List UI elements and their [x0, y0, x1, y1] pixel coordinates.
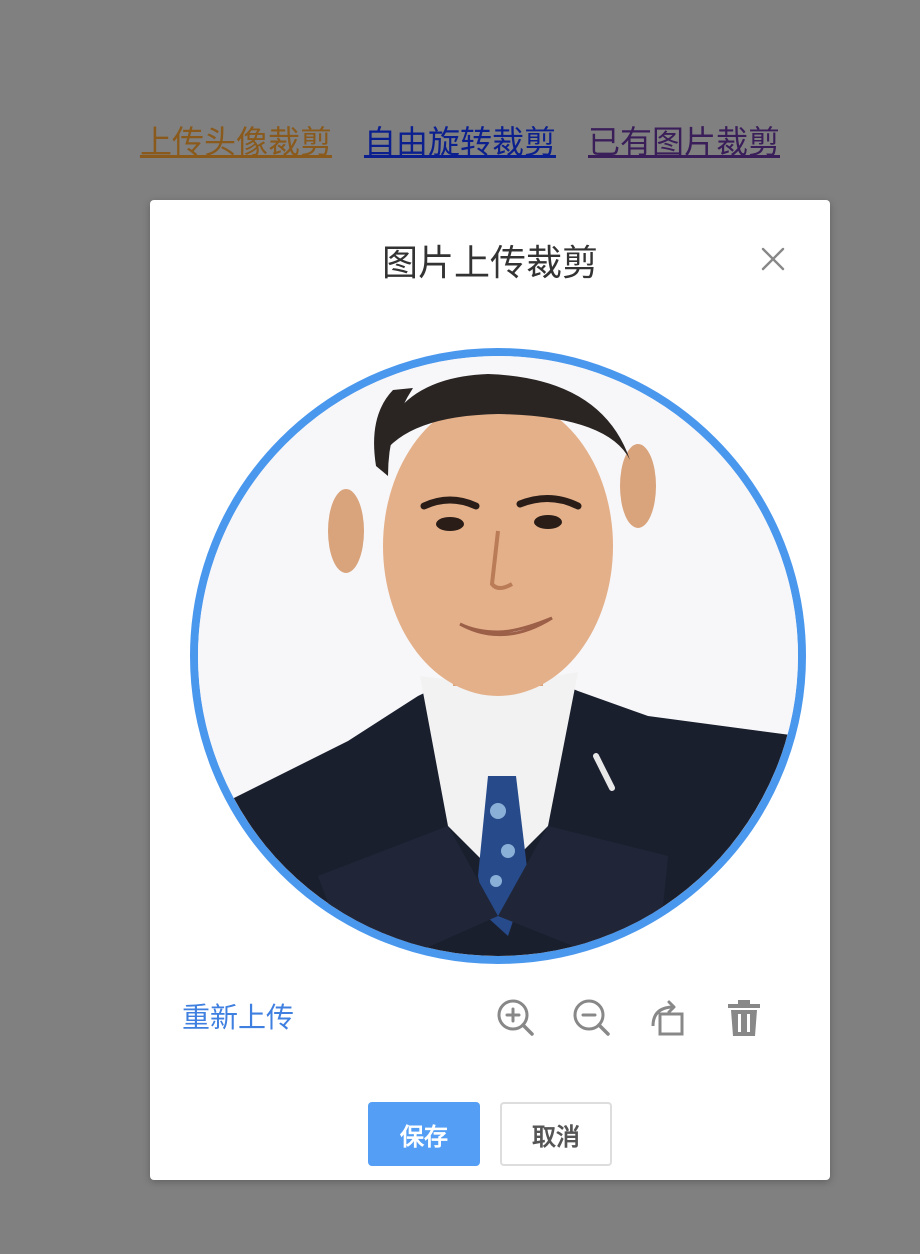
crop-dialog: 图片上传裁剪 重新上传 保存 取消 [150, 200, 830, 1180]
crop-area[interactable] [190, 348, 806, 964]
reupload-link[interactable]: 重新上传 [182, 996, 294, 1040]
nav-link-free-rotate-crop[interactable]: 自由旋转裁剪 [364, 118, 556, 166]
nav-link-upload-avatar-crop[interactable]: 上传头像裁剪 [140, 118, 332, 166]
save-button[interactable]: 保存 [368, 1102, 480, 1166]
zoom-out-icon[interactable] [570, 996, 614, 1040]
top-nav: 上传头像裁剪 自由旋转裁剪 已有图片裁剪 [0, 118, 920, 166]
portrait-image [198, 356, 798, 956]
nav-link-existing-image-crop[interactable]: 已有图片裁剪 [588, 118, 780, 166]
close-icon[interactable] [758, 244, 788, 274]
crop-toolbar: 重新上传 [150, 996, 830, 1040]
rotate-icon[interactable] [646, 996, 690, 1040]
dialog-title: 图片上传裁剪 [381, 243, 598, 284]
cancel-button[interactable]: 取消 [500, 1102, 612, 1166]
crop-circle[interactable] [190, 348, 806, 964]
delete-icon[interactable] [722, 996, 766, 1040]
zoom-in-icon[interactable] [494, 996, 538, 1040]
